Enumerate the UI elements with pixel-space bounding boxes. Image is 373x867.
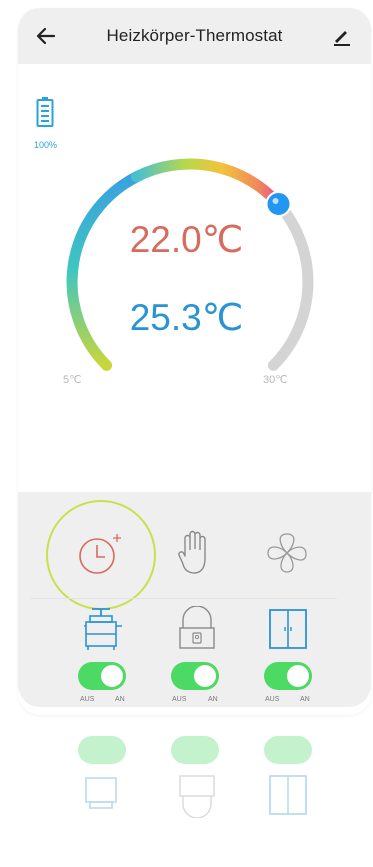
lock-toggle[interactable]	[171, 662, 219, 690]
lock-icon	[179, 606, 215, 649]
card-reflection	[18, 718, 371, 867]
window-on-label: AN	[300, 696, 310, 703]
current-temperature: 25.3℃	[129, 297, 244, 338]
reflection-lock-icon	[179, 775, 215, 818]
toggle-knob	[287, 665, 309, 687]
window-toggle[interactable]	[264, 662, 312, 690]
lock-off-label: AUS	[172, 696, 187, 703]
reflection-window-icon	[269, 775, 307, 815]
dial-knob[interactable]	[265, 191, 292, 217]
toggle-knob	[194, 665, 216, 687]
dial-progress-upper	[130, 158, 284, 210]
window-off-label: AUS	[265, 696, 280, 703]
lock-on-label: AN	[208, 696, 218, 703]
reflection-toggle	[78, 736, 126, 764]
dial-knob-highlight	[272, 198, 279, 204]
hand-icon[interactable]	[175, 528, 215, 578]
heater-toggle[interactable]	[78, 662, 126, 690]
min-temperature-label: 5℃	[63, 374, 82, 386]
max-temperature-label: 30℃	[263, 374, 288, 386]
heater-off-label: AUS	[80, 696, 95, 703]
reflection-toggle	[264, 736, 312, 764]
reflection-radiator-icon	[85, 777, 117, 809]
reflection-toggle	[171, 736, 219, 764]
toggle-knob	[101, 665, 123, 687]
window-icon	[269, 609, 307, 649]
heater-on-label: AN	[115, 696, 125, 703]
flower-icon[interactable]	[262, 528, 312, 578]
clock-plus-icon[interactable]	[73, 524, 129, 580]
controls-divider	[30, 598, 337, 599]
set-temperature: 22.0℃	[129, 219, 244, 260]
radiator-icon	[84, 608, 122, 650]
